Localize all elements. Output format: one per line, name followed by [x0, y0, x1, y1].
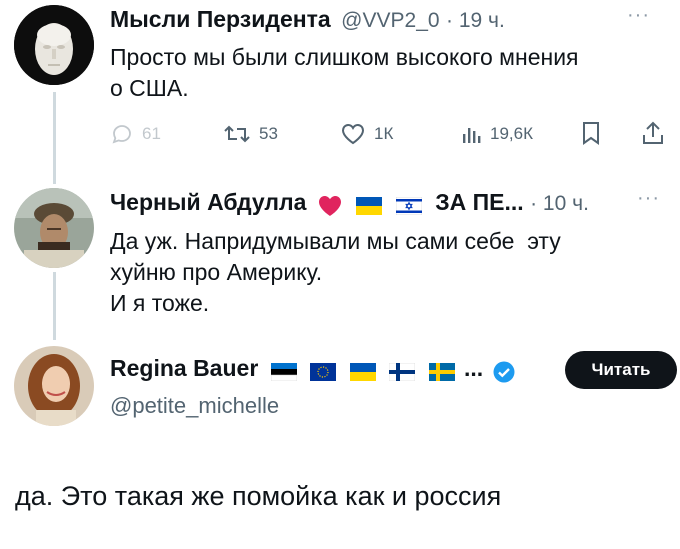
author-name-suffix[interactable]: ЗА ПЕ...: [435, 189, 523, 215]
share-icon: [643, 121, 663, 144]
tweet-header: Черный Абдулла ЗА ПЕ... · 10 ч.: [110, 189, 589, 218]
author-name[interactable]: Regina Bauer: [110, 355, 258, 381]
follow-button[interactable]: Читать: [565, 351, 677, 389]
like-button[interactable]: 1К: [340, 122, 393, 146]
share-button[interactable]: [641, 120, 665, 146]
author-name-ellipsis: ...: [463, 355, 484, 381]
views-icon: [463, 128, 481, 143]
retweet-icon: [224, 125, 250, 143]
like-count: 1К: [374, 124, 394, 143]
ukraine-flag-icon: [349, 362, 376, 381]
timestamp[interactable]: · 10 ч.: [530, 192, 589, 215]
reply-icon: [112, 125, 131, 144]
avatar[interactable]: [14, 346, 94, 426]
tweet-text-line: о США.: [110, 75, 189, 101]
bookmark-button[interactable]: [581, 120, 601, 146]
tweet-text: Да уж. Напридумывали мы сами себе эту ху…: [110, 226, 670, 319]
tweet-text: да. Это такая же помойка как и россия: [15, 481, 502, 511]
ukraine-flag-icon: [356, 196, 383, 215]
reply-count: 61: [142, 124, 161, 143]
israel-flag-icon: [395, 196, 422, 215]
thread-line: [53, 272, 56, 340]
thread-line: [53, 92, 56, 184]
reply-button[interactable]: 61: [110, 122, 161, 146]
heart-emoji: [318, 195, 341, 216]
verified-badge-icon: [493, 361, 515, 383]
tweet-text-line: хуйню про Америку.: [110, 259, 323, 285]
tweet-text: Просто мы были слишком высокого мнения о…: [110, 42, 670, 104]
tweet-header: Мысли Перзидента @VVP2_0 · 19 ч.: [110, 6, 505, 33]
avatar[interactable]: [14, 5, 94, 85]
author-handle[interactable]: @VVP2_0: [341, 9, 439, 32]
timestamp[interactable]: · 19 ч.: [446, 9, 505, 32]
like-icon: [341, 123, 365, 145]
bookmark-icon: [583, 122, 599, 145]
author-name[interactable]: Черный Абдулла: [110, 189, 306, 215]
tweet-header: Regina Bauer ...: [110, 355, 516, 384]
views-count: 19,6К: [490, 124, 533, 143]
more-icon[interactable]: ···: [637, 187, 660, 210]
tweet-text-line: Просто мы были слишком высокого мнения: [110, 44, 579, 70]
tweet-text-line: Да уж. Напридумывали мы сами себе эту: [110, 228, 561, 254]
author-name[interactable]: Мысли Перзидента: [110, 6, 331, 32]
sweden-flag-icon: [428, 362, 455, 381]
retweet-count: 53: [259, 124, 278, 143]
author-handle[interactable]: @petite_michelle: [110, 393, 279, 419]
eu-flag-icon: [310, 362, 337, 381]
retweet-button[interactable]: 53: [223, 122, 278, 146]
estonia-flag-icon: [270, 362, 297, 381]
tweet-text-line: И я тоже.: [110, 290, 210, 316]
avatar[interactable]: [14, 188, 94, 268]
more-icon[interactable]: ···: [627, 4, 650, 27]
views-button[interactable]: 19,6К: [460, 122, 533, 146]
finland-flag-icon: [389, 362, 416, 381]
